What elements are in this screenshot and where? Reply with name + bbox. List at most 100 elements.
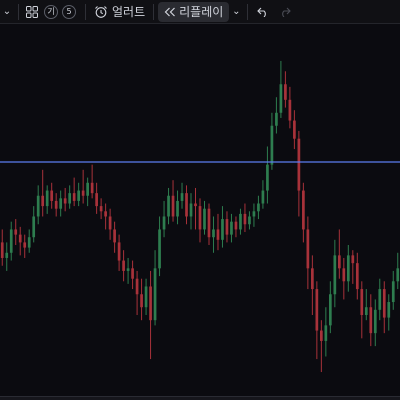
candle-body (293, 120, 296, 139)
candle-body (81, 190, 85, 196)
candle-body (113, 229, 116, 243)
alert-button[interactable]: 얼러트 (90, 0, 149, 24)
candle-body (32, 216, 36, 238)
toolbar-divider (153, 3, 155, 20)
candle-body (185, 193, 188, 217)
candle-body (149, 286, 152, 321)
candle-body (346, 255, 350, 282)
candle-body (306, 229, 310, 269)
candle-body (396, 268, 400, 282)
candle-body (108, 216, 112, 230)
candle-body (104, 211, 107, 217)
candle-body (122, 260, 125, 271)
redo-icon (282, 7, 292, 17)
candle-body (243, 213, 247, 225)
candle-body (382, 289, 386, 318)
candle-body (315, 289, 319, 331)
candle-body (275, 112, 278, 126)
candle-body (391, 281, 395, 303)
chevron-down-icon: ⌄ (232, 6, 241, 17)
candle-body (328, 294, 332, 326)
candle-body (333, 255, 337, 295)
candle-body (230, 221, 233, 235)
candle-body (144, 286, 148, 308)
candle-body (95, 193, 98, 207)
candle-body (27, 237, 31, 248)
candle-body (86, 182, 89, 196)
redo-button[interactable] (274, 0, 296, 24)
candle-body (63, 198, 67, 204)
candle-body (180, 193, 184, 201)
layout-button[interactable] (23, 0, 41, 24)
candle-body (360, 289, 364, 315)
candle-body (198, 206, 202, 230)
candle-body (288, 99, 292, 121)
indicator-badge-2[interactable]: 5 (61, 0, 77, 24)
rewind-icon (164, 7, 176, 16)
candle-body (351, 255, 355, 264)
bottom-border (0, 396, 400, 400)
undo-icon (257, 7, 267, 17)
candle-body (216, 229, 220, 240)
chevron-down-icon: ⌄ (2, 6, 12, 17)
candle-body (90, 182, 94, 194)
candle-body (189, 203, 193, 217)
candle-body (99, 206, 103, 212)
undo-button[interactable] (252, 0, 274, 24)
toolbar-divider (18, 3, 19, 20)
candle-body (270, 125, 274, 165)
candle-body (131, 268, 134, 279)
candle-body (252, 211, 256, 217)
candle-body (320, 330, 323, 341)
replay-dropdown-button[interactable]: ⌄ (229, 0, 243, 24)
candle-body (36, 195, 40, 217)
interval-dropdown-button[interactable]: ⌄ (0, 0, 14, 24)
candle-body (72, 193, 76, 201)
candle-body (5, 252, 9, 258)
candle-body (59, 198, 63, 209)
candle-body (248, 216, 251, 225)
top-toolbar: ⌄ 기 5 얼러트 리플레이 ⌄ (0, 0, 400, 24)
candle-body (153, 268, 157, 321)
replay-button[interactable]: 리플레이 (158, 0, 230, 24)
candle-body (176, 200, 179, 217)
candle-body (369, 307, 373, 334)
candle-body (18, 234, 22, 243)
candle-body (77, 190, 80, 201)
candle-body (203, 208, 206, 230)
candle-body (302, 190, 305, 230)
price-chart[interactable] (0, 25, 400, 400)
candle-body (297, 138, 301, 191)
candle-body (9, 229, 13, 253)
candle-body (387, 302, 391, 318)
candle-body (23, 242, 27, 248)
candle-body (68, 193, 72, 204)
candle-body (239, 213, 242, 230)
alarm-clock-icon (95, 5, 107, 18)
toolbar-divider (85, 3, 86, 20)
candle-body (284, 84, 287, 100)
candle-body (54, 200, 58, 209)
candle-body (207, 208, 211, 238)
candle-body (158, 229, 161, 269)
candle-body (225, 219, 229, 235)
candle-body (337, 255, 341, 269)
alert-label: 얼러트 (112, 5, 146, 19)
candle-body (126, 268, 130, 271)
badge-2: 5 (62, 4, 76, 19)
badge-1: 기 (44, 4, 58, 19)
candle-body (45, 190, 49, 207)
candle-body (324, 325, 328, 341)
candle-body (257, 203, 260, 212)
candle-body (0, 242, 4, 258)
candle-body (266, 164, 269, 191)
candle-body (171, 195, 175, 217)
candle-body (117, 242, 121, 261)
indicator-badge-1[interactable]: 기 (41, 0, 61, 24)
candle-body (342, 268, 346, 282)
candle-body (311, 268, 314, 290)
candle-body (355, 263, 359, 290)
candle-body (364, 307, 368, 315)
candle-body (167, 195, 170, 217)
candle-body (261, 190, 265, 204)
